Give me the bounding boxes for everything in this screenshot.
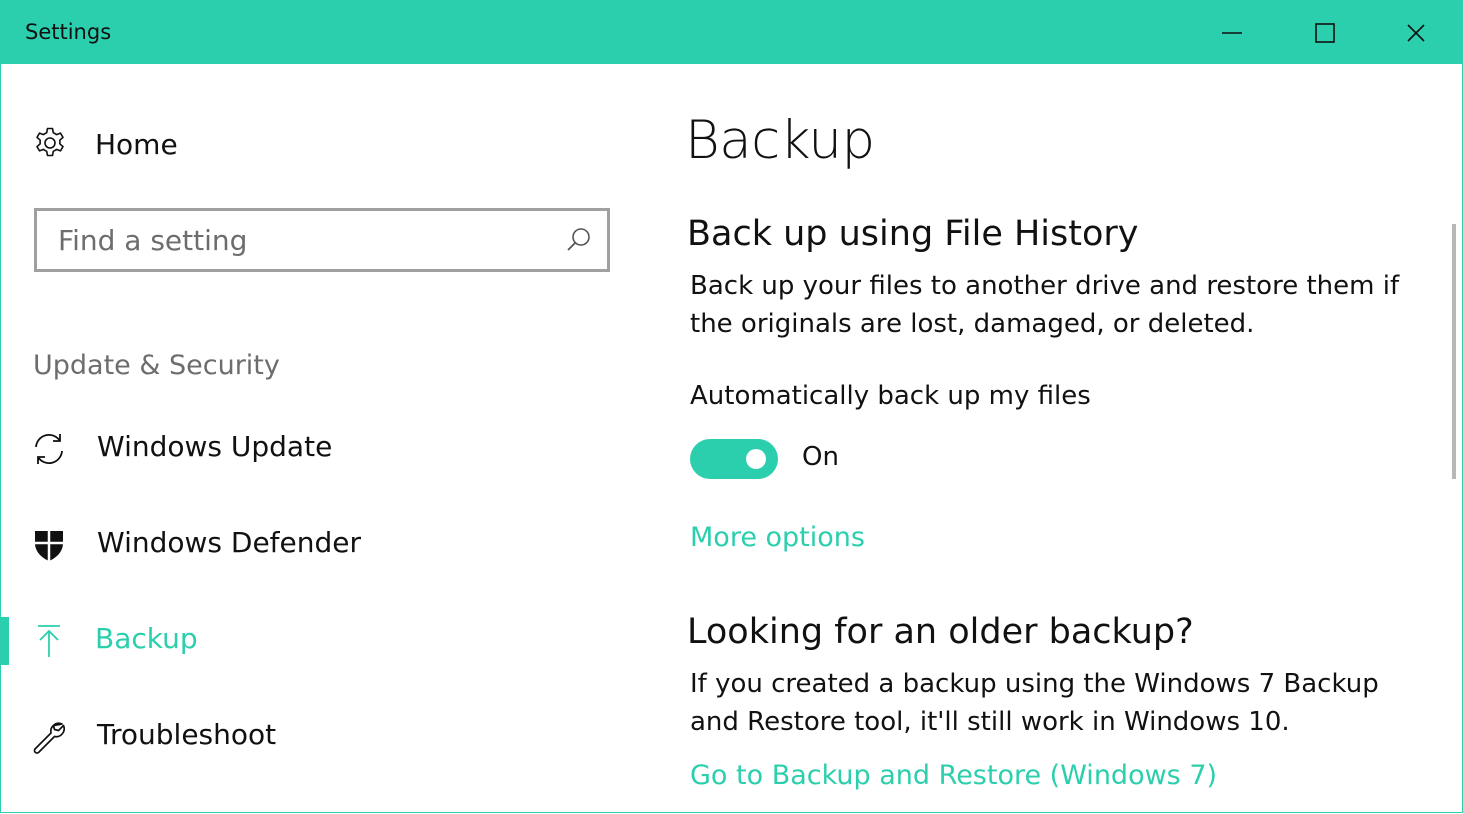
file-history-heading: Back up using File History <box>687 214 1139 254</box>
selection-indicator <box>1 617 9 665</box>
section-label: Update & Security <box>33 350 280 381</box>
main-content: Backup Back up using File History Back u… <box>641 64 1453 812</box>
home-label: Home <box>95 128 178 161</box>
wrench-icon <box>31 719 67 759</box>
sidebar-item-label: Troubleshoot <box>97 718 277 751</box>
home-nav-item[interactable]: Home <box>31 124 331 168</box>
more-options-link[interactable]: More options <box>690 522 865 553</box>
sidebar-item-backup[interactable]: Backup <box>1 605 641 677</box>
toggle-state-text: On <box>802 442 839 472</box>
auto-backup-label: Automatically back up my files <box>690 381 1091 411</box>
search-box[interactable] <box>34 208 610 272</box>
sidebar: Home Update & Security <box>1 64 641 812</box>
title-bar[interactable]: Settings <box>1 0 1462 64</box>
sync-icon <box>31 431 67 471</box>
older-backup-description: If you created a backup using the Window… <box>690 669 1379 737</box>
sidebar-item-troubleshoot[interactable]: Troubleshoot <box>1 701 641 773</box>
sidebar-item-windows-defender[interactable]: Windows Defender <box>1 509 641 581</box>
toggle-knob <box>746 449 766 469</box>
older-backup-heading: Looking for an older backup? <box>687 612 1194 652</box>
close-button[interactable] <box>1371 0 1461 64</box>
minimize-icon <box>1222 32 1242 34</box>
upload-arrow-icon <box>31 623 67 663</box>
file-history-description: Back up your files to another drive and … <box>690 271 1400 339</box>
maximize-icon <box>1315 23 1335 43</box>
sidebar-item-label: Windows Update <box>97 430 333 463</box>
gear-icon <box>33 126 67 164</box>
settings-window: Settings Home Find a setting Update & Se… <box>0 0 1463 813</box>
shield-icon <box>31 527 67 567</box>
search-icon[interactable] <box>565 226 593 258</box>
sidebar-item-label: Backup <box>95 622 198 655</box>
page-title: Backup <box>685 110 875 171</box>
auto-backup-toggle[interactable] <box>690 439 778 479</box>
sidebar-item-label: Windows Defender <box>97 526 362 559</box>
sidebar-item-windows-update[interactable]: Windows Update <box>1 413 641 485</box>
backup-restore-link[interactable]: Go to Backup and Restore (Windows 7) <box>690 760 1217 791</box>
search-input[interactable] <box>37 211 578 269</box>
scrollbar[interactable] <box>1452 224 1456 479</box>
minimize-button[interactable] <box>1187 0 1277 64</box>
maximize-button[interactable] <box>1279 0 1369 64</box>
window-title: Settings <box>25 20 112 44</box>
close-icon <box>1407 24 1425 42</box>
